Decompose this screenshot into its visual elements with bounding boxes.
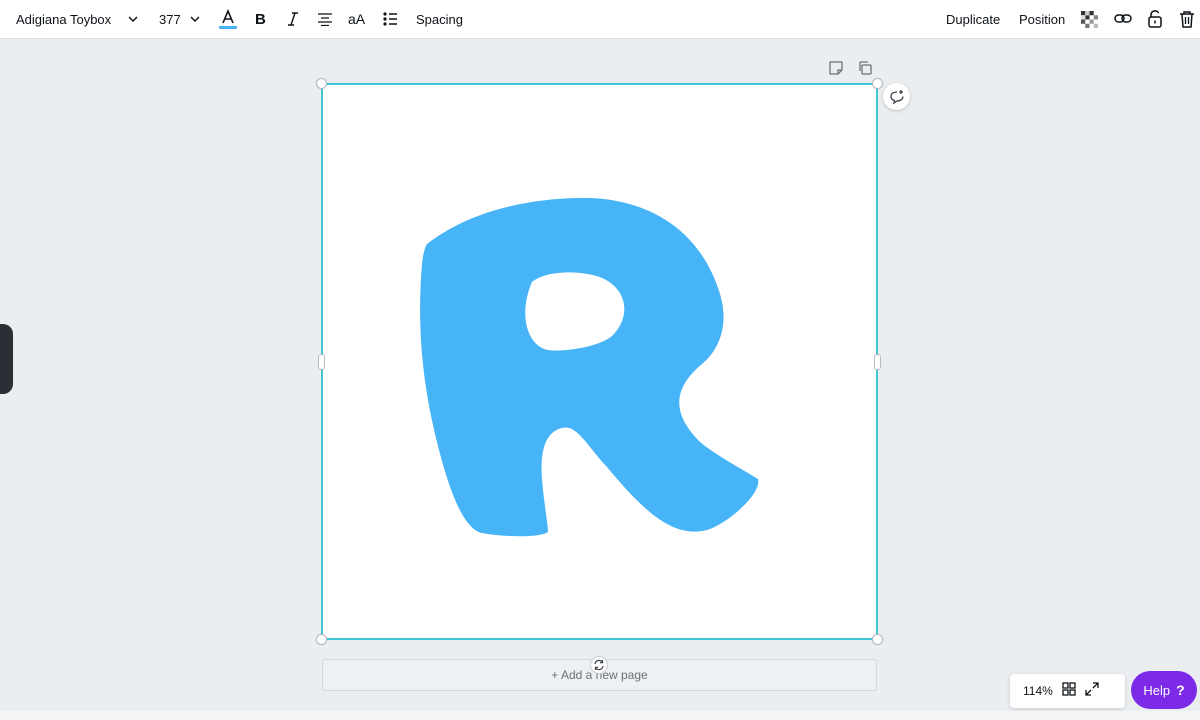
position-label: Position bbox=[1019, 11, 1066, 27]
zoom-level[interactable]: 114% bbox=[1023, 684, 1053, 698]
spacing-button[interactable]: Spacing bbox=[416, 0, 463, 38]
text-case-label: aA bbox=[348, 11, 366, 27]
rotate-handle[interactable] bbox=[590, 656, 608, 674]
font-size-chevron-icon[interactable] bbox=[189, 0, 201, 38]
font-family-dropdown[interactable]: Adigiana Toybox bbox=[16, 0, 111, 38]
help-button[interactable]: Help ? bbox=[1131, 671, 1197, 709]
chevron-down-icon[interactable] bbox=[127, 0, 139, 38]
grid-view-icon[interactable] bbox=[1062, 681, 1076, 701]
fullscreen-icon[interactable] bbox=[1085, 681, 1099, 701]
font-family-value: Adigiana Toybox bbox=[16, 11, 112, 27]
list-icon[interactable] bbox=[383, 0, 398, 38]
text-color-button[interactable] bbox=[218, 0, 238, 38]
resize-handle-top-right[interactable] bbox=[872, 78, 883, 89]
resize-handle-top-left[interactable] bbox=[316, 78, 327, 89]
spacing-label: Spacing bbox=[416, 11, 463, 27]
design-page[interactable] bbox=[322, 84, 877, 639]
bold-icon[interactable]: B bbox=[254, 0, 268, 38]
text-case-button[interactable]: aA bbox=[348, 0, 365, 38]
italic-icon[interactable] bbox=[286, 0, 300, 38]
editor-toolbar: Adigiana Toybox 377 B aA Spacing Duplica… bbox=[0, 0, 1200, 39]
bottom-strip bbox=[0, 711, 1200, 720]
help-label: Help bbox=[1143, 682, 1171, 698]
add-comment-button[interactable] bbox=[883, 83, 910, 110]
unlock-icon[interactable] bbox=[1147, 0, 1163, 38]
duplicate-button[interactable]: Duplicate bbox=[946, 0, 1000, 38]
duplicate-label: Duplicate bbox=[946, 11, 1001, 27]
question-icon: ? bbox=[1176, 682, 1185, 698]
align-center-icon[interactable] bbox=[317, 0, 333, 38]
rotate-icon bbox=[594, 659, 604, 671]
letter-r-graphic[interactable] bbox=[322, 84, 877, 639]
comment-plus-icon bbox=[889, 89, 904, 104]
svg-text:B: B bbox=[255, 11, 266, 27]
position-button[interactable]: Position bbox=[1019, 0, 1065, 38]
font-size-input[interactable]: 377 bbox=[159, 0, 181, 38]
font-size-value: 377 bbox=[159, 11, 181, 27]
trash-icon[interactable] bbox=[1179, 0, 1195, 38]
side-panel-toggle[interactable] bbox=[0, 324, 13, 394]
transparency-icon[interactable] bbox=[1081, 0, 1098, 38]
resize-handle-bottom-left[interactable] bbox=[316, 634, 327, 645]
resize-handle-left[interactable] bbox=[318, 354, 325, 370]
zoom-controls: 114% bbox=[1010, 674, 1125, 708]
resize-handle-bottom-right[interactable] bbox=[872, 634, 883, 645]
resize-handle-right[interactable] bbox=[874, 354, 881, 370]
link-icon[interactable] bbox=[1114, 0, 1132, 38]
page-notes-icon[interactable] bbox=[828, 60, 846, 78]
duplicate-page-icon[interactable] bbox=[857, 60, 875, 78]
